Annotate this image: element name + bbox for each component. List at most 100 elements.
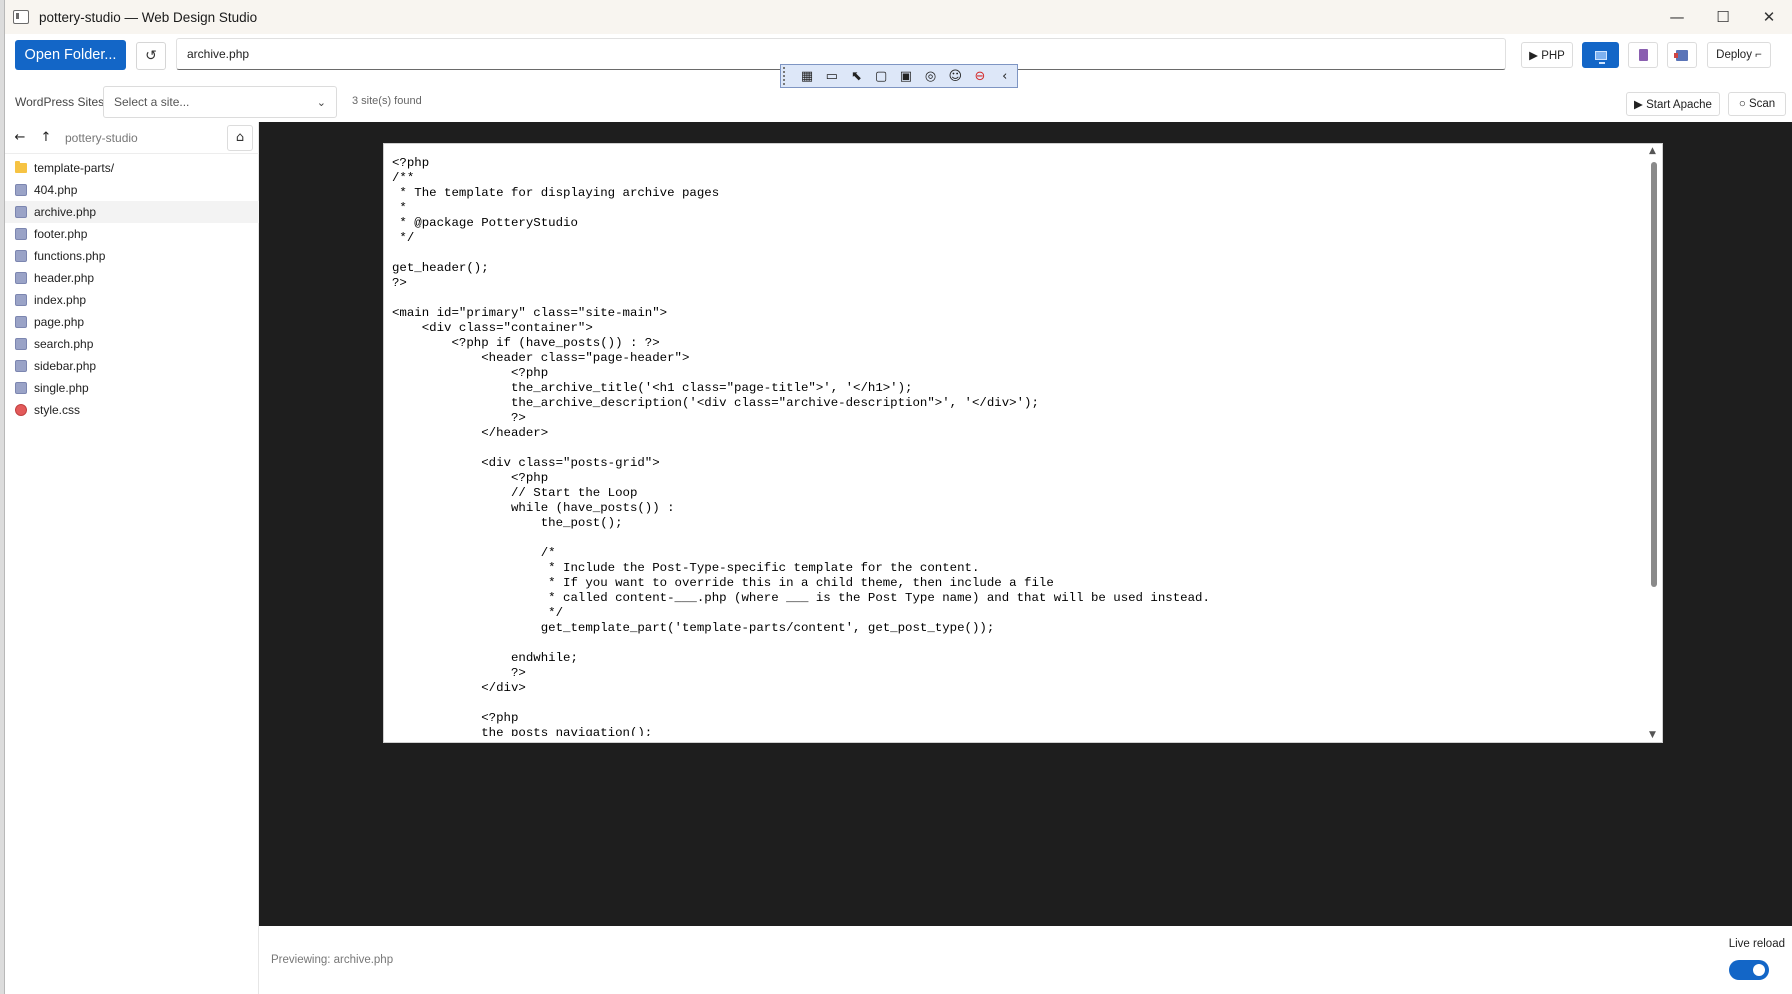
sites-label: WordPress Sites xyxy=(15,95,105,109)
start-apache-button[interactable]: ▶ Start Apache xyxy=(1626,92,1720,116)
file-item[interactable]: style.css xyxy=(5,399,259,421)
code-line: */ xyxy=(392,231,415,245)
file-name: footer.php xyxy=(34,227,88,241)
code-line: /** xyxy=(392,171,415,185)
desktop-view-button[interactable] xyxy=(1582,42,1619,68)
paint-icon[interactable]: ◎ xyxy=(918,66,943,86)
frame-icon[interactable]: ▢ xyxy=(869,66,894,86)
file-item[interactable]: archive.php xyxy=(5,201,259,223)
code-line: while (have_posts()) : xyxy=(392,501,675,515)
scan-button[interactable]: ○ Scan xyxy=(1728,92,1786,116)
select-icon[interactable]: ⬉ xyxy=(844,66,869,86)
code-line: <?php xyxy=(392,156,430,170)
file-name: style.css xyxy=(34,403,81,417)
explorer-header: ← ↑ pottery-studio ⌂ xyxy=(5,122,259,154)
code-line: </header> xyxy=(392,426,549,440)
refresh-button[interactable]: ↺ xyxy=(136,42,166,70)
file-name: search.php xyxy=(34,337,94,351)
scroll-down-icon[interactable]: ▼ xyxy=(1649,730,1656,740)
code-line: ?> xyxy=(392,276,407,290)
site-select[interactable]: Select a site... ⌄ xyxy=(103,86,337,118)
home-icon[interactable]: ⌂ xyxy=(227,124,253,151)
code-line: the_archive_description('<div class="arc… xyxy=(392,396,1039,410)
php-file-icon xyxy=(15,184,27,196)
status-bar: Previewing: archive.php Live reload xyxy=(259,926,1792,994)
css-file-icon xyxy=(15,404,27,416)
file-item[interactable]: search.php xyxy=(5,333,259,355)
drag-handle[interactable] xyxy=(783,67,791,85)
vertical-scrollbar[interactable]: ▲ ▼ xyxy=(1646,144,1662,742)
live-reload-label: Live reload xyxy=(1728,938,1785,950)
file-name: page.php xyxy=(34,315,85,329)
app-icon xyxy=(13,10,29,24)
site-select-value: Select a site... xyxy=(114,95,190,109)
collapse-icon[interactable]: ‹ xyxy=(992,66,1017,86)
php-file-icon xyxy=(15,250,27,262)
code-line: the_archive_title('<h1 class="page-title… xyxy=(392,381,913,395)
inspect-icon[interactable]: ▦ xyxy=(795,66,820,86)
file-name: single.php xyxy=(34,381,89,395)
sites-found-count: 3 site(s) found xyxy=(352,95,422,107)
file-item[interactable]: header.php xyxy=(5,267,259,289)
mobile-icon xyxy=(1674,49,1688,61)
accessibility-icon[interactable]: ☺ xyxy=(943,66,968,86)
device-icon[interactable]: ▣ xyxy=(894,66,919,86)
code-line: <?php xyxy=(392,711,519,725)
file-item[interactable]: index.php xyxy=(5,289,259,311)
maximize-button[interactable]: ☐ xyxy=(1700,0,1746,34)
code-line: <div class="container"> xyxy=(392,321,593,335)
deploy-button[interactable]: Deploy ⌐ xyxy=(1707,42,1771,68)
php-file-icon xyxy=(15,338,27,350)
refresh-icon: ↺ xyxy=(145,48,157,64)
file-name: header.php xyxy=(34,271,95,285)
file-list: template-parts/404.php archive.php footer.… xyxy=(5,157,259,421)
title-bar: pottery-studio — Web Design Studio — ☐ ✕ xyxy=(5,0,1792,34)
file-item[interactable]: 404.php xyxy=(5,179,259,201)
code-line: get_template_part('template-parts/conten… xyxy=(392,621,995,635)
file-name: 404.php xyxy=(34,183,78,197)
php-file-icon xyxy=(15,228,27,240)
close-button[interactable]: ✕ xyxy=(1746,0,1792,34)
code-preview-frame: <?php/** * The template for displaying a… xyxy=(383,143,1663,743)
code-line: <main id="primary" class="site-main"> xyxy=(392,306,668,320)
code-line: get_header(); xyxy=(392,261,489,275)
app-window: pottery-studio — Web Design Studio — ☐ ✕… xyxy=(4,0,1792,994)
file-item[interactable]: single.php xyxy=(5,377,259,399)
up-icon[interactable]: ↑ xyxy=(35,127,57,149)
code-line: * Include the Post-Type-specific templat… xyxy=(392,561,980,575)
file-name: index.php xyxy=(34,293,87,307)
camera-icon[interactable]: ▭ xyxy=(819,66,844,86)
scrollbar-thumb[interactable] xyxy=(1651,162,1657,587)
code-view: <?php/** * The template for displaying a… xyxy=(392,156,1642,736)
stop-icon[interactable]: ⊖ xyxy=(968,66,993,86)
live-reload-toggle[interactable] xyxy=(1729,960,1769,980)
file-item[interactable]: page.php xyxy=(5,311,259,333)
desktop-icon xyxy=(1594,50,1607,64)
open-folder-button[interactable]: Open Folder... xyxy=(15,40,126,70)
php-run-button[interactable]: ▶ PHP xyxy=(1521,42,1573,68)
folder-item[interactable]: template-parts/ xyxy=(5,157,259,179)
file-item[interactable]: sidebar.php xyxy=(5,355,259,377)
tablet-icon xyxy=(1638,49,1648,61)
scroll-up-icon[interactable]: ▲ xyxy=(1649,146,1656,156)
php-file-icon xyxy=(15,316,27,328)
file-item[interactable]: functions.php xyxy=(5,245,259,267)
window-title: pottery-studio — Web Design Studio xyxy=(39,9,258,25)
code-line: the_posts_navigation(); xyxy=(392,726,653,736)
code-line: * xyxy=(392,201,407,215)
code-line: </div> xyxy=(392,681,526,695)
tablet-view-button[interactable] xyxy=(1628,42,1658,68)
code-line: ?> xyxy=(392,411,526,425)
minimize-button[interactable]: — xyxy=(1654,0,1700,34)
mobile-view-button[interactable] xyxy=(1667,42,1697,68)
back-icon[interactable]: ← xyxy=(9,127,31,149)
file-item[interactable]: footer.php xyxy=(5,223,259,245)
explorer-path: pottery-studio xyxy=(65,130,138,145)
window-controls: — ☐ ✕ xyxy=(1654,0,1792,34)
previewing-status: Previewing: archive.php xyxy=(271,954,394,966)
preview-pane: <?php/** * The template for displaying a… xyxy=(259,122,1792,926)
